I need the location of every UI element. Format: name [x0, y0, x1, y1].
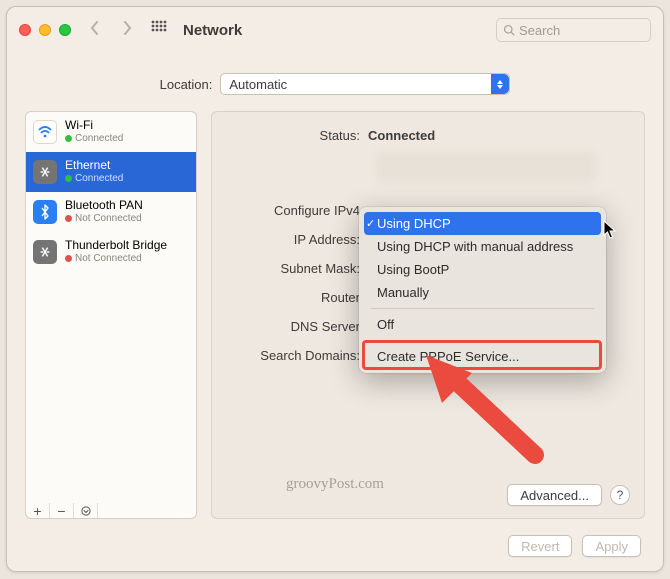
all-prefs-icon[interactable]: [151, 20, 167, 41]
zoom-icon[interactable]: [59, 24, 71, 36]
sidebar-item-label: Bluetooth PAN: [65, 199, 143, 213]
chevron-updown-icon: [491, 74, 509, 94]
mouse-cursor-icon: [603, 220, 617, 240]
watermark: groovyPost.com: [286, 476, 384, 493]
menu-item-dhcp[interactable]: Using DHCP: [364, 212, 601, 235]
ip-address-label: IP Address:: [228, 232, 368, 247]
back-button[interactable]: [89, 20, 101, 41]
dns-server-label: DNS Server: [228, 319, 368, 334]
status-description-blurred: [376, 152, 596, 182]
sidebar-item-ethernet[interactable]: EthernetConnected: [26, 152, 196, 192]
status-dot-icon: [65, 215, 72, 222]
location-row: Location: Automatic: [7, 73, 663, 95]
remove-service-button[interactable]: −: [50, 503, 74, 518]
advanced-button[interactable]: Advanced...: [507, 484, 602, 506]
traffic-lights: [19, 24, 71, 36]
status-dot-icon: [65, 255, 72, 262]
minimize-icon[interactable]: [39, 24, 51, 36]
services-sidebar: Wi-FiConnected EthernetConnected Bluetoo…: [25, 111, 197, 519]
help-button[interactable]: ?: [610, 485, 630, 505]
menu-item-off[interactable]: Off: [359, 313, 606, 336]
ethernet-icon: [33, 160, 57, 184]
menu-separator: [371, 308, 594, 309]
forward-button[interactable]: [121, 20, 133, 41]
menu-item-dhcp-manual[interactable]: Using DHCP with manual address: [359, 235, 606, 258]
router-label: Router: [228, 290, 368, 305]
sidebar-item-bluetooth[interactable]: Bluetooth PANNot Connected: [26, 192, 196, 232]
location-select[interactable]: Automatic: [220, 73, 510, 95]
add-service-button[interactable]: +: [26, 503, 50, 518]
sidebar-item-wifi[interactable]: Wi-FiConnected: [26, 112, 196, 152]
status-dot-icon: [65, 175, 72, 182]
wifi-icon: [33, 120, 57, 144]
revert-button[interactable]: Revert: [508, 535, 572, 557]
location-value: Automatic: [229, 77, 287, 92]
status-label: Status:: [228, 128, 368, 143]
window-toolbar: Network Search: [7, 7, 663, 53]
search-domains-label: Search Domains:: [228, 348, 368, 363]
configure-ipv4-label: Configure IPv4: [228, 203, 368, 218]
sidebar-item-thunderbolt[interactable]: Thunderbolt BridgeNot Connected: [26, 232, 196, 272]
status-value: Connected: [368, 128, 435, 143]
bluetooth-icon: [33, 200, 57, 224]
status-dot-icon: [65, 135, 72, 142]
apply-button[interactable]: Apply: [582, 535, 641, 557]
sidebar-item-label: Ethernet: [65, 159, 123, 173]
nav-arrows: [89, 20, 133, 41]
menu-item-bootp[interactable]: Using BootP: [359, 258, 606, 281]
sidebar-item-label: Thunderbolt Bridge: [65, 239, 167, 253]
subnet-mask-label: Subnet Mask:: [228, 261, 368, 276]
sidebar-toolbar: + −: [25, 497, 197, 519]
service-actions-button[interactable]: [74, 503, 98, 518]
thunderbolt-icon: [33, 240, 57, 264]
footer-buttons: Revert Apply: [508, 535, 641, 557]
sidebar-item-label: Wi-Fi: [65, 119, 123, 133]
close-icon[interactable]: [19, 24, 31, 36]
menu-item-manually[interactable]: Manually: [359, 281, 606, 304]
location-label: Location:: [160, 77, 213, 92]
search-input[interactable]: Search: [496, 18, 651, 42]
services-list: Wi-FiConnected EthernetConnected Bluetoo…: [25, 111, 197, 503]
configure-ipv4-dropdown[interactable]: Using DHCP Using DHCP with manual addres…: [359, 207, 606, 373]
menu-item-pppoe[interactable]: Create PPPoE Service...: [359, 345, 606, 368]
menu-separator: [371, 340, 594, 341]
window-title: Network: [183, 22, 242, 39]
search-placeholder: Search: [519, 23, 560, 38]
